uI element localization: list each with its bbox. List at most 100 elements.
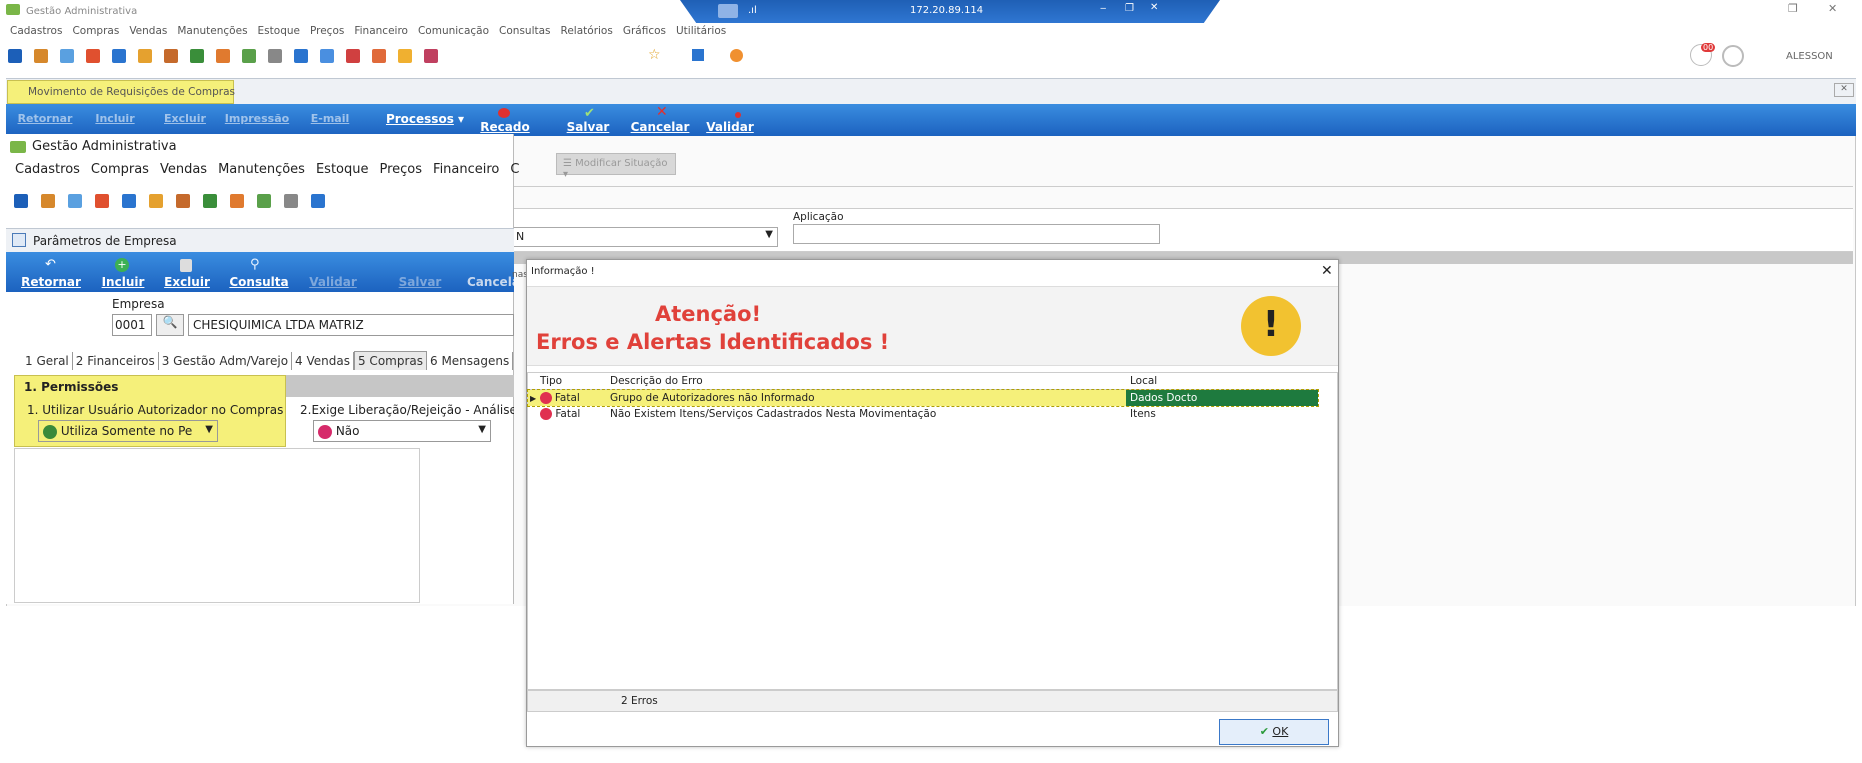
bg-menu-item[interactable]: Manutenções bbox=[177, 25, 247, 37]
front-menu-item[interactable]: C bbox=[510, 162, 519, 177]
table-row[interactable]: Fatal Não Existem Itens/Serviços Cadastr… bbox=[528, 406, 1318, 422]
front-menu-item[interactable]: Compras bbox=[91, 162, 149, 177]
requisicoes-close-button[interactable]: ✕ bbox=[1834, 83, 1854, 97]
field2-combo[interactable]: Não ▼ bbox=[313, 420, 491, 442]
front-menu-item[interactable]: Manutenções bbox=[218, 162, 305, 177]
ok-button[interactable]: ✔ OK bbox=[1219, 719, 1329, 745]
param-excluir-button[interactable]: Excluir bbox=[152, 275, 222, 289]
combo-value: N bbox=[516, 230, 525, 243]
button-label: Incluir bbox=[95, 112, 135, 125]
param-salvar-button[interactable]: Salvar bbox=[385, 275, 455, 289]
toolbar-icon[interactable] bbox=[176, 194, 190, 208]
bg-menu-item[interactable]: Comunicação bbox=[418, 25, 489, 37]
processos-button[interactable]: Processos ▾ bbox=[380, 112, 470, 126]
bg-menu-item[interactable]: Relatórios bbox=[561, 25, 613, 37]
dialog-close-button[interactable]: ✕ bbox=[1321, 263, 1333, 279]
toolbar-icon[interactable] bbox=[95, 194, 109, 208]
status-combo[interactable]: N ▼ bbox=[513, 227, 778, 247]
toolbar-icon[interactable] bbox=[112, 49, 126, 63]
toolbar-icon[interactable] bbox=[203, 194, 217, 208]
validar-button[interactable]: Validar bbox=[695, 120, 765, 134]
bg-menu-item[interactable]: Compras bbox=[72, 25, 119, 37]
toolbar-icon[interactable] bbox=[8, 49, 22, 63]
toolbar-icon[interactable] bbox=[164, 49, 178, 63]
toolbar-icon[interactable] bbox=[424, 49, 438, 63]
toolbar-icon[interactable] bbox=[311, 194, 325, 208]
toolbar-icon[interactable] bbox=[216, 49, 230, 63]
recado-button[interactable]: Recado bbox=[470, 120, 540, 134]
salvar-button[interactable]: Salvar bbox=[553, 120, 623, 134]
toolbar-icon[interactable] bbox=[60, 49, 74, 63]
bg-menu-item[interactable]: Preços bbox=[310, 25, 344, 37]
aplicacao-input[interactable] bbox=[793, 224, 1160, 244]
incluir-button[interactable]: Incluir bbox=[80, 112, 150, 125]
front-menu-item[interactable]: Cadastros bbox=[15, 162, 80, 177]
toolbar-icon[interactable] bbox=[68, 194, 82, 208]
toolbar-icon[interactable] bbox=[230, 194, 244, 208]
avatar-icon[interactable] bbox=[1722, 45, 1744, 67]
toolbar-icon[interactable] bbox=[692, 49, 704, 61]
bg-menu-item[interactable]: Vendas bbox=[129, 25, 167, 37]
cancelar-button[interactable]: Cancelar bbox=[625, 120, 695, 134]
bg-menu-item[interactable]: Gráficos bbox=[623, 25, 666, 37]
smile-icon[interactable] bbox=[730, 49, 743, 62]
toolbar-icon[interactable] bbox=[294, 49, 308, 63]
toolbar-icon[interactable] bbox=[320, 49, 334, 63]
front-menu-item[interactable]: Estoque bbox=[316, 162, 369, 177]
tab-vendas[interactable]: 4 Vendas bbox=[292, 352, 354, 370]
tab-financeiros[interactable]: 2 Financeiros bbox=[73, 352, 159, 370]
bg-menu-item[interactable]: Consultas bbox=[499, 25, 550, 37]
toolbar-icon[interactable] bbox=[398, 49, 412, 63]
toolbar-icon[interactable] bbox=[138, 49, 152, 63]
retornar-button[interactable]: Retornar bbox=[10, 112, 80, 125]
toolbar-icon[interactable] bbox=[346, 49, 360, 63]
param-validar-button[interactable]: Validar bbox=[298, 275, 368, 289]
toolbar-icon[interactable] bbox=[14, 194, 28, 208]
bg-menu-item[interactable]: Cadastros bbox=[10, 25, 62, 37]
modificar-situacao-button[interactable]: ☰ Modificar Situação ▾ bbox=[556, 153, 676, 180]
tab-geral[interactable]: 1 Geral bbox=[22, 352, 73, 370]
param-cancelar-button[interactable]: Cancela bbox=[467, 275, 514, 289]
restore-icon[interactable]: ❐ bbox=[1125, 3, 1134, 14]
combo-value: Não bbox=[335, 424, 360, 438]
front-menu-item[interactable]: Vendas bbox=[160, 162, 207, 177]
bg-menu-item[interactable]: Utilitários bbox=[676, 25, 726, 37]
front-menu-item[interactable]: Preços bbox=[379, 162, 422, 177]
toolbar-icon[interactable] bbox=[149, 194, 163, 208]
parametros-title: Parâmetros de Empresa bbox=[33, 234, 177, 248]
impressao-button[interactable]: Impressão bbox=[222, 112, 292, 125]
toolbar-icon[interactable] bbox=[86, 49, 100, 63]
toolbar-icon[interactable] bbox=[257, 194, 271, 208]
cell-tipo: Fatal bbox=[555, 408, 581, 420]
tab-7[interactable]: 7 P bbox=[513, 352, 514, 370]
toolbar-icon[interactable] bbox=[268, 49, 282, 63]
bg-menu-item[interactable]: Estoque bbox=[258, 25, 300, 37]
toolbar-icon[interactable] bbox=[34, 49, 48, 63]
front-menu-item[interactable]: Financeiro bbox=[433, 162, 499, 177]
table-row[interactable]: ▶ Fatal Grupo de Autorizadores não Infor… bbox=[527, 388, 1319, 407]
window-close-icon[interactable]: ✕ bbox=[1828, 2, 1837, 15]
bg-menu-item[interactable]: Financeiro bbox=[354, 25, 408, 37]
tab-compras[interactable]: 5 Compras bbox=[353, 351, 427, 370]
minimize-icon[interactable]: ‒ bbox=[1100, 3, 1106, 14]
toolbar-icon[interactable] bbox=[372, 49, 386, 63]
tab-gestao[interactable]: 3 Gestão Adm/Varejo bbox=[159, 352, 293, 370]
param-consulta-button[interactable]: Consulta bbox=[222, 275, 296, 289]
empresa-code-input[interactable]: 0001 bbox=[112, 314, 152, 336]
field1-combo[interactable]: Utiliza Somente no Pe ▼ bbox=[38, 420, 218, 442]
close-icon[interactable]: ✕ bbox=[1150, 2, 1158, 13]
toolbar-icon[interactable] bbox=[242, 49, 256, 63]
toolbar-icon[interactable] bbox=[41, 194, 55, 208]
excluir-button[interactable]: Excluir bbox=[150, 112, 220, 125]
toolbar-icon[interactable] bbox=[190, 49, 204, 63]
email-button[interactable]: E-mail bbox=[295, 112, 365, 125]
param-retornar-button[interactable]: Retornar bbox=[16, 275, 86, 289]
toolbar-icon[interactable] bbox=[122, 194, 136, 208]
rdp-pin-icon[interactable] bbox=[718, 4, 738, 18]
tab-mensagens[interactable]: 6 Mensagens bbox=[427, 352, 514, 370]
star-icon[interactable]: ☆ bbox=[648, 47, 661, 63]
toolbar-icon[interactable] bbox=[284, 194, 298, 208]
empresa-search-button[interactable]: 🔍 bbox=[156, 314, 184, 336]
param-incluir-button[interactable]: Incluir bbox=[88, 275, 158, 289]
window-restore-icon[interactable]: ❐ bbox=[1788, 2, 1798, 15]
